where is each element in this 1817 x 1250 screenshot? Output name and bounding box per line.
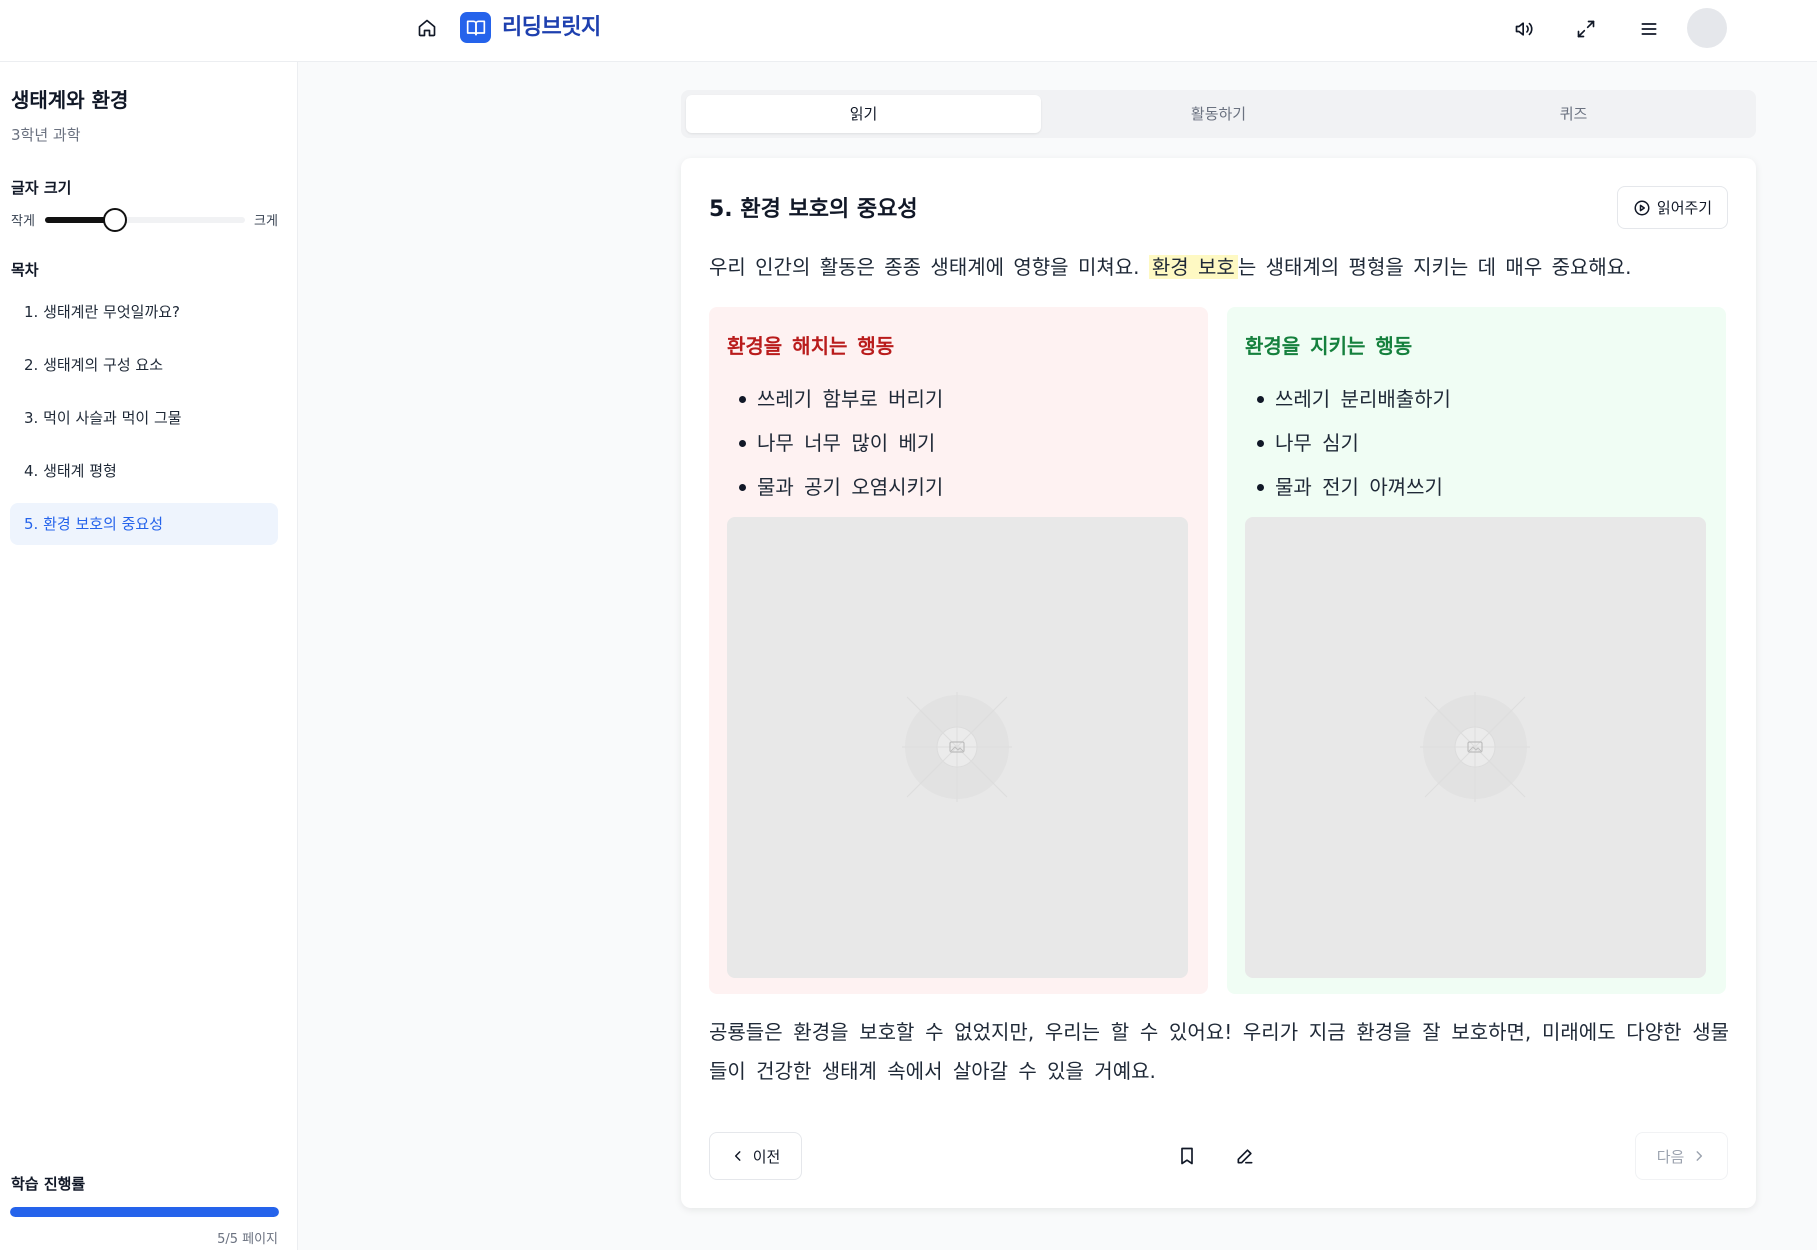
list-item: 나무 심기 [1245, 421, 1451, 465]
chevron-left-icon [734, 1151, 741, 1161]
next-button[interactable]: 다음 [1635, 1132, 1728, 1180]
intro-text: 는 생태계의 평형을 지키는 데 매우 중요해요. [1237, 255, 1632, 279]
toc-item-active[interactable]: 5. 환경 보호의 중요성 [10, 503, 278, 545]
bookmark-icon [1181, 1147, 1193, 1165]
protective-actions-list: 쓰레기 분리배출하기 나무 심기 물과 전기 아껴쓰기 [1245, 377, 1451, 509]
font-size-slider[interactable] [45, 208, 245, 232]
harmful-actions-list: 쓰레기 함부로 버리기 나무 너무 많이 베기 물과 공기 오염시키기 [727, 377, 943, 509]
read-aloud-label: 읽어주기 [1656, 199, 1713, 217]
toc-item[interactable]: 4. 생태계 평형 [10, 450, 278, 492]
brand-name[interactable]: 리딩브릿지 [502, 13, 601, 43]
home-icon [418, 19, 436, 37]
protective-actions-panel: 환경을 지키는 행동 쓰레기 분리배출하기 나무 심기 물과 전기 아껴쓰기 [1227, 307, 1726, 994]
progress-bar [10, 1207, 279, 1217]
expand-icon [1577, 20, 1595, 38]
tab-quiz[interactable]: 퀴즈 [1396, 95, 1751, 133]
avatar[interactable] [1687, 8, 1727, 48]
list-item: 쓰레기 분리배출하기 [1245, 377, 1451, 421]
toc-item[interactable]: 1. 생태계란 무엇일까요? [10, 291, 278, 333]
list-item: 나무 너무 많이 베기 [727, 421, 943, 465]
panel-title: 환경을 지키는 행동 [1245, 334, 1413, 358]
section-title: 5. 환경 보호의 중요성 [709, 197, 918, 222]
play-circle-icon [1634, 200, 1650, 215]
prev-button[interactable]: 이전 [709, 1132, 802, 1180]
intro-text: 우리 인간의 활동은 종종 생태계에 영향을 미쳐요. [709, 255, 1149, 279]
home-button[interactable] [412, 13, 442, 43]
content-card: 5. 환경 보호의 중요성 읽어주기 우리 인간의 활동은 종종 생태계에 영향… [681, 158, 1756, 1208]
slider-thumb[interactable] [103, 208, 127, 232]
list-item: 물과 공기 오염시키기 [727, 465, 943, 509]
tab-activity[interactable]: 활동하기 [1041, 95, 1396, 133]
note-button[interactable] [1227, 1138, 1263, 1174]
toc-item[interactable]: 3. 먹이 사슬과 먹이 그물 [10, 397, 278, 439]
menu-button[interactable] [1633, 13, 1665, 45]
harmful-actions-panel: 환경을 해치는 행동 쓰레기 함부로 버리기 나무 너무 많이 베기 물과 공기… [709, 307, 1208, 994]
panel-title: 환경을 해치는 행동 [727, 334, 895, 358]
book-icon [466, 20, 485, 36]
font-size-small-label: 작게 [11, 214, 35, 229]
list-item: 쓰레기 함부로 버리기 [727, 377, 943, 421]
tab-bar: 읽기 활동하기 퀴즈 [681, 90, 1756, 138]
tab-read[interactable]: 읽기 [686, 95, 1041, 133]
next-label: 다음 [1656, 1147, 1685, 1166]
menu-icon [1641, 23, 1657, 35]
highlighted-term[interactable]: 환경 보호 [1148, 255, 1238, 279]
list-item: 물과 전기 아껴쓰기 [1245, 465, 1451, 509]
toc-item[interactable]: 2. 생태계의 구성 요소 [10, 344, 278, 386]
progress-fill [10, 1207, 279, 1217]
book-subtitle: 3학년 과학 [11, 126, 81, 144]
toc-label: 목차 [11, 261, 39, 279]
intro-paragraph: 우리 인간의 활동은 종종 생태계에 영향을 미쳐요. 환경 보호 는 생태계의 … [709, 250, 1729, 284]
fullscreen-button[interactable] [1570, 13, 1602, 45]
top-header: 리딩브릿지 [0, 0, 1817, 62]
book-title: 생태계와 환경 [11, 88, 129, 112]
bookmark-button[interactable] [1169, 1138, 1205, 1174]
progress-label: 학습 진행률 [11, 1175, 86, 1193]
logo[interactable] [460, 12, 491, 43]
sound-button[interactable] [1508, 13, 1540, 45]
image-icon [1420, 692, 1530, 802]
read-aloud-button[interactable]: 읽어주기 [1617, 186, 1728, 229]
chevron-right-icon [1696, 1151, 1703, 1161]
image-placeholder [1245, 517, 1706, 978]
progress-text: 5/5 페이지 [217, 1232, 278, 1247]
font-size-label: 글자 크기 [11, 179, 72, 197]
font-size-large-label: 크게 [254, 214, 278, 229]
image-icon [902, 692, 1012, 802]
pencil-icon [1237, 1149, 1253, 1164]
prev-label: 이전 [752, 1147, 781, 1166]
volume-icon [1515, 22, 1533, 36]
image-placeholder [727, 517, 1188, 978]
sidebar: 생태계와 환경 3학년 과학 글자 크기 작게 크게 목차 1. 생태계란 무엇… [0, 62, 298, 1250]
outro-paragraph: 공룡들은 환경을 보호할 수 없었지만, 우리는 할 수 있어요! 우리가 지금… [709, 1020, 1729, 1083]
